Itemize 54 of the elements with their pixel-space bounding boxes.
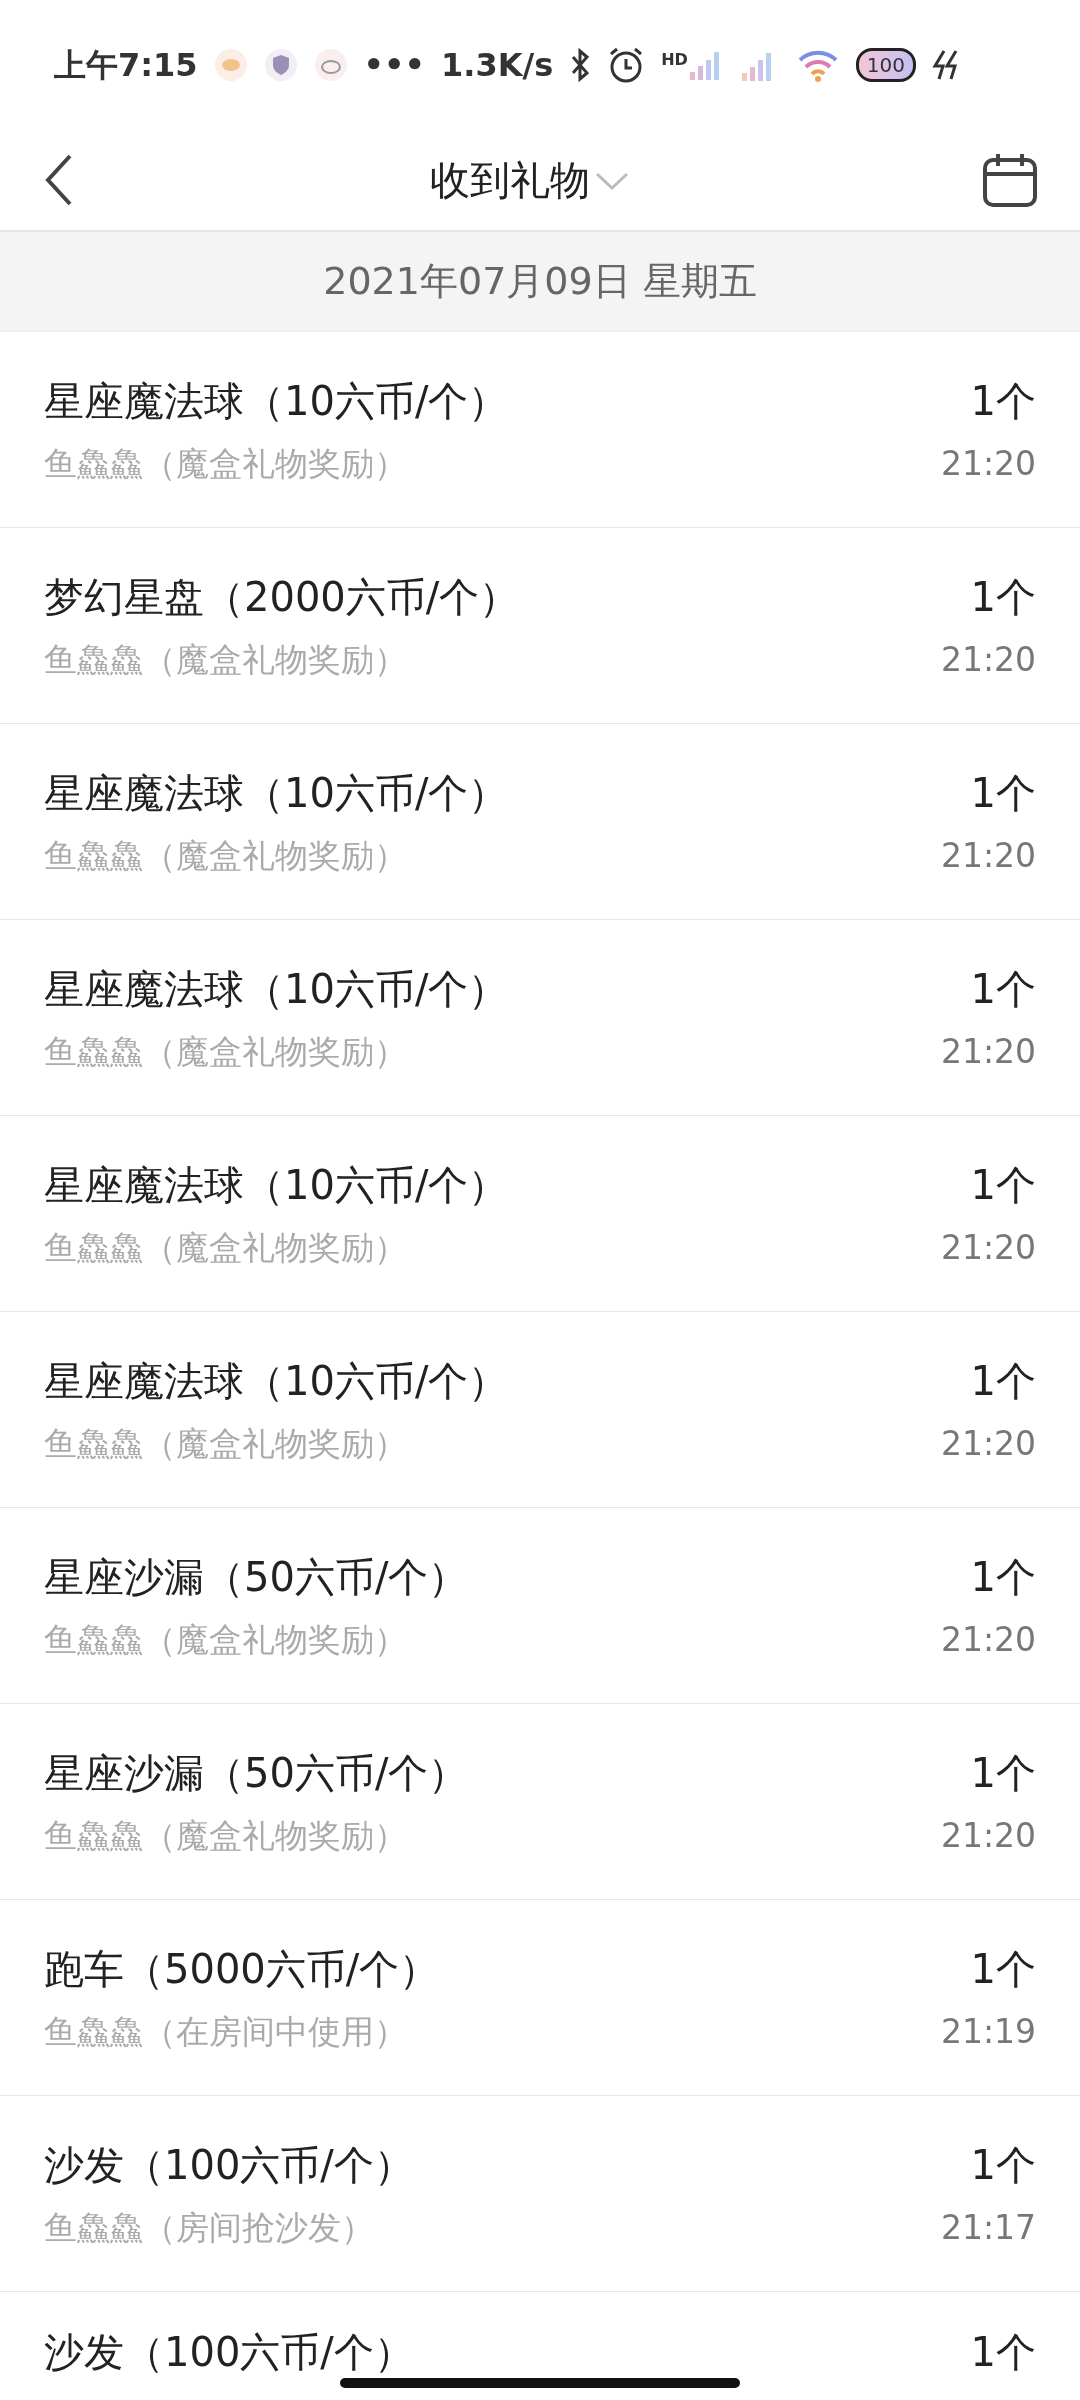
gift-count: 1个 (970, 1552, 1036, 1602)
date-header: 2021年07月09日 星期五 (323, 258, 757, 305)
gift-source: 鱼鱻鱻（魔盒礼物奖励） (44, 1030, 408, 1073)
charging-icon (931, 49, 960, 81)
gift-time: 21:20 (940, 638, 1036, 681)
app-notification-icon (313, 48, 348, 82)
gift-title: 星座魔法球（10六币/个） (44, 376, 509, 426)
gift-count: 1个 (970, 964, 1036, 1014)
battery-indicator: 100 (855, 48, 916, 82)
gift-title: 沙发（100六币/个） (44, 2140, 414, 2190)
gift-title: 星座魔法球（10六币/个） (44, 768, 509, 818)
gift-source: 鱼鱻鱻（在房间中使用） (44, 2010, 408, 2053)
gift-time: 21:20 (940, 1618, 1036, 1661)
gift-source: 鱼鱻鱻（魔盒礼物奖励） (44, 1422, 408, 1465)
gift-source: 鱼鱻鱻（魔盒礼物奖励） (44, 1618, 408, 1661)
signal-label: HD (661, 49, 688, 71)
status-time: 上午7:15 (54, 45, 198, 86)
gift-time: 21:20 (940, 1030, 1036, 1073)
gift-title: 梦幻星盘（2000六币/个） (44, 572, 520, 622)
gift-count: 1个 (970, 572, 1036, 622)
gift-count: 1个 (970, 768, 1036, 818)
gift-source: 鱼鱻鱻（魔盒礼物奖励） (44, 1814, 408, 1857)
gift-title: 星座魔法球（10六币/个） (44, 1356, 509, 1406)
gift-count: 1个 (970, 1944, 1036, 1994)
gift-title: 星座沙漏（50六币/个） (44, 1748, 469, 1798)
gift-time: 21:17 (940, 2206, 1036, 2249)
gift-source: 鱼鱻鱻（房间抢沙发） (44, 2206, 375, 2249)
more-notifications: ••• (363, 45, 425, 86)
gift-time: 21:19 (940, 2010, 1036, 2053)
gift-count: 1个 (970, 1160, 1036, 1210)
gift-source: 鱼鱻鱻（魔盒礼物奖励） (44, 638, 408, 681)
gift-title: 星座沙漏（50六币/个） (44, 1552, 469, 1602)
gift-time: 21:20 (940, 1422, 1036, 1465)
shield-icon (263, 48, 298, 82)
gift-title: 星座魔法球（10六币/个） (44, 1160, 509, 1210)
gift-source: 鱼鱻鱻（魔盒礼物奖励） (44, 1226, 408, 1269)
gift-time: 21:20 (940, 1226, 1036, 1269)
app-notification-icon (213, 48, 248, 82)
gift-count: 1个 (970, 1748, 1036, 1798)
gift-title: 跑车（5000六币/个） (44, 1944, 440, 1994)
gift-count: 1个 (970, 376, 1036, 426)
network-speed: 1.3K/s (440, 45, 554, 86)
gift-count: 1个 (970, 1356, 1036, 1406)
gift-time: 21:20 (940, 1814, 1036, 1857)
gift-source: 鱼鱻鱻（魔盒礼物奖励） (44, 834, 408, 877)
gift-title: 星座魔法球（10六币/个） (44, 964, 509, 1014)
gift-title: 沙发（100六币/个） (44, 2328, 414, 2377)
gift-time: 21:20 (940, 442, 1036, 485)
gift-count: 1个 (970, 2328, 1036, 2377)
title-dropdown[interactable]: 收到礼物 (430, 150, 630, 210)
gift-source: 鱼鱻鱻（魔盒礼物奖励） (44, 442, 408, 485)
bluetooth-icon (569, 47, 592, 83)
gift-time: 21:20 (940, 834, 1036, 877)
gift-count: 1个 (970, 2140, 1036, 2190)
